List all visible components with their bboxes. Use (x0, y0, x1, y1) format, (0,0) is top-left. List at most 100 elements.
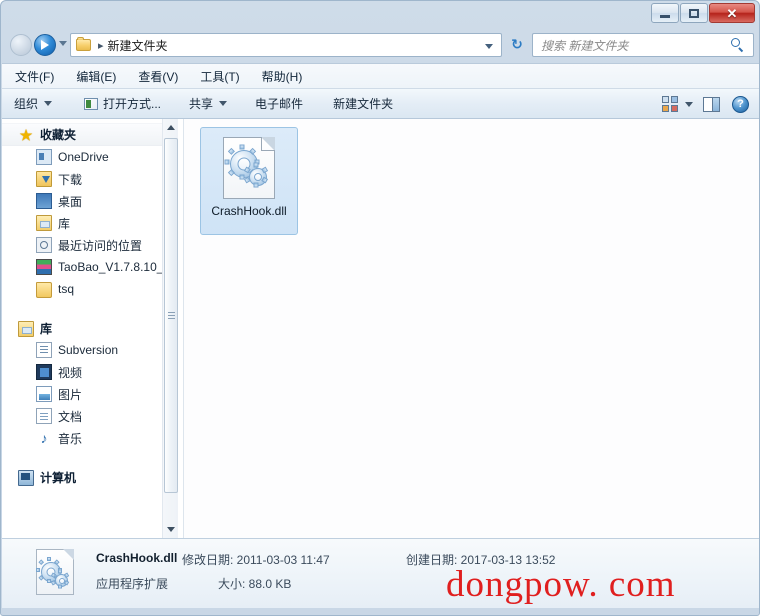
sidebar-item-label: TaoBao_V1.7.8.10_ (58, 260, 162, 274)
details-file-icon (36, 549, 74, 595)
sidebar-item-library-fav[interactable]: 库 (2, 212, 162, 234)
sidebar-item-taobao[interactable]: TaoBao_V1.7.8.10_ (2, 256, 162, 278)
file-list-pane[interactable]: CrashHook.dll (183, 119, 759, 538)
menu-bar: 文件(F) 编辑(E) 查看(V) 工具(T) 帮助(H) (2, 63, 759, 89)
open-with-icon (84, 97, 99, 110)
menu-item-edit[interactable]: 编辑(E) (67, 65, 125, 88)
sidebar-header-label: 库 (40, 322, 53, 336)
forward-button[interactable] (34, 34, 56, 56)
organize-button[interactable]: 组织 (6, 91, 60, 116)
music-icon: ♪ (40, 430, 48, 446)
computer-icon (18, 469, 34, 486)
taobao-icon (36, 259, 52, 275)
share-button[interactable]: 共享 (181, 91, 235, 116)
library-icon (18, 320, 34, 337)
video-icon (36, 364, 52, 380)
view-dropdown-icon[interactable] (685, 101, 693, 107)
chevron-down-icon (167, 527, 175, 532)
sidebar-item-label: 音乐 (58, 431, 83, 446)
close-button[interactable]: ✕ (709, 3, 755, 23)
new-folder-button[interactable]: 新建文件夹 (325, 91, 401, 116)
back-button[interactable] (10, 34, 32, 56)
sidebar-item-videos[interactable]: 视频 (2, 361, 162, 383)
recent-places-icon (36, 237, 52, 253)
document-icon (36, 408, 52, 424)
sidebar-item-label: 库 (58, 216, 71, 231)
sidebar-item-recent-places[interactable]: 最近访问的位置 (2, 234, 162, 256)
view-options-icon[interactable] (662, 96, 678, 112)
details-file-type: 应用程序扩展 (96, 577, 169, 591)
picture-icon (36, 386, 52, 402)
email-button[interactable]: 电子邮件 (247, 91, 311, 116)
menu-item-view[interactable]: 查看(V) (129, 65, 187, 88)
scroll-up-button[interactable] (163, 119, 179, 136)
sidebar-item-pictures[interactable]: 图片 (2, 383, 162, 405)
scroll-down-button[interactable] (163, 521, 179, 538)
sidebar-item-label: OneDrive (58, 150, 109, 164)
window-body: ★ 收藏夹 OneDrive 下载 桌面 库 最近访问的位置 TaoBao_V1… (2, 119, 759, 538)
details-modified-date: 修改日期: 2011-03-03 11:47 (182, 553, 330, 567)
sidebar-item-documents[interactable]: 文档 (2, 405, 162, 427)
menu-item-tools[interactable]: 工具(T) (191, 65, 248, 88)
sidebar-header-label: 收藏夹 (40, 128, 77, 142)
subversion-icon (36, 342, 52, 358)
sidebar-item-desktop[interactable]: 桌面 (2, 190, 162, 212)
watermark-text: dongpow. com (446, 564, 676, 605)
preview-pane-icon[interactable] (703, 96, 720, 112)
file-name-label: CrashHook.dll (211, 204, 287, 218)
minimize-button[interactable] (651, 3, 679, 23)
file-item-crashhook-dll[interactable]: CrashHook.dll (200, 127, 298, 235)
sidebar-scrollbar[interactable] (162, 119, 178, 538)
sidebar-header-favorites[interactable]: ★ 收藏夹 (2, 123, 162, 146)
navigation-pane: ★ 收藏夹 OneDrive 下载 桌面 库 最近访问的位置 TaoBao_V1… (2, 119, 162, 538)
folder-icon (76, 37, 91, 51)
gear-small-icon (50, 569, 69, 588)
sidebar-item-downloads[interactable]: 下载 (2, 168, 162, 190)
command-toolbar: 组织 打开方式... 共享 电子邮件 新建文件夹 ? (2, 89, 759, 119)
history-dropdown-icon[interactable] (59, 41, 67, 46)
maximize-icon (689, 8, 699, 18)
sidebar-item-subversion[interactable]: Subversion (2, 339, 162, 361)
sidebar-item-label: 最近访问的位置 (58, 238, 143, 253)
gear-small-icon (243, 162, 268, 187)
scrollbar-grip-icon (168, 311, 175, 320)
desktop-icon (36, 193, 52, 209)
scrollbar-thumb[interactable] (164, 138, 178, 493)
sidebar-header-libraries[interactable]: 库 (2, 318, 162, 339)
download-icon (36, 171, 52, 187)
minimize-icon (660, 14, 670, 18)
chevron-down-icon (44, 101, 53, 106)
breadcrumb-current-folder: 新建文件夹 (107, 38, 168, 53)
library-icon (36, 215, 52, 231)
help-icon[interactable]: ? (732, 95, 749, 113)
sidebar-item-label: tsq (58, 282, 75, 296)
chevron-up-icon (167, 125, 175, 130)
open-with-button[interactable]: 打开方式... (76, 91, 169, 116)
sidebar-item-tsq[interactable]: tsq (2, 278, 162, 300)
details-file-size: 大小: 88.0 KB (218, 577, 292, 591)
star-icon: ★ (19, 126, 33, 143)
explorer-window: ✕ ▸ 新建文件夹 ↻ 搜索 新建文件夹 文件(F) 编辑(E) 查看(V) 工… (0, 0, 760, 616)
sidebar-item-label: Subversion (58, 343, 119, 357)
sidebar-item-onedrive[interactable]: OneDrive (2, 146, 162, 168)
address-dropdown-icon[interactable] (485, 44, 493, 49)
breadcrumb-separator-icon: ▸ (98, 39, 104, 52)
toolbar-right-group: ? (662, 89, 753, 119)
sidebar-item-label: 视频 (58, 365, 83, 380)
search-placeholder: 搜索 新建文件夹 (541, 38, 629, 53)
address-bar[interactable]: ▸ 新建文件夹 (70, 33, 502, 57)
search-icon[interactable] (730, 37, 746, 53)
close-icon: ✕ (726, 5, 738, 21)
refresh-button[interactable]: ↻ (507, 35, 527, 55)
nav-group-libraries: 库 Subversion 视频 图片 文档 ♪ 音乐 (2, 318, 162, 449)
sidebar-item-music[interactable]: ♪ 音乐 (2, 427, 162, 449)
nav-group-favorites: ★ 收藏夹 OneDrive 下载 桌面 库 最近访问的位置 TaoBao_V1… (2, 123, 162, 300)
menu-item-help[interactable]: 帮助(H) (253, 65, 312, 88)
details-file-name: CrashHook.dll (96, 551, 178, 565)
maximize-button[interactable] (680, 3, 708, 23)
menu-item-file[interactable]: 文件(F) (6, 65, 63, 88)
window-controls: ✕ (650, 3, 755, 23)
search-box[interactable]: 搜索 新建文件夹 (532, 33, 754, 57)
details-pane: CrashHook.dll 修改日期: 2011-03-03 11:47 创建日… (2, 538, 759, 608)
sidebar-header-computer[interactable]: 计算机 (2, 467, 162, 488)
